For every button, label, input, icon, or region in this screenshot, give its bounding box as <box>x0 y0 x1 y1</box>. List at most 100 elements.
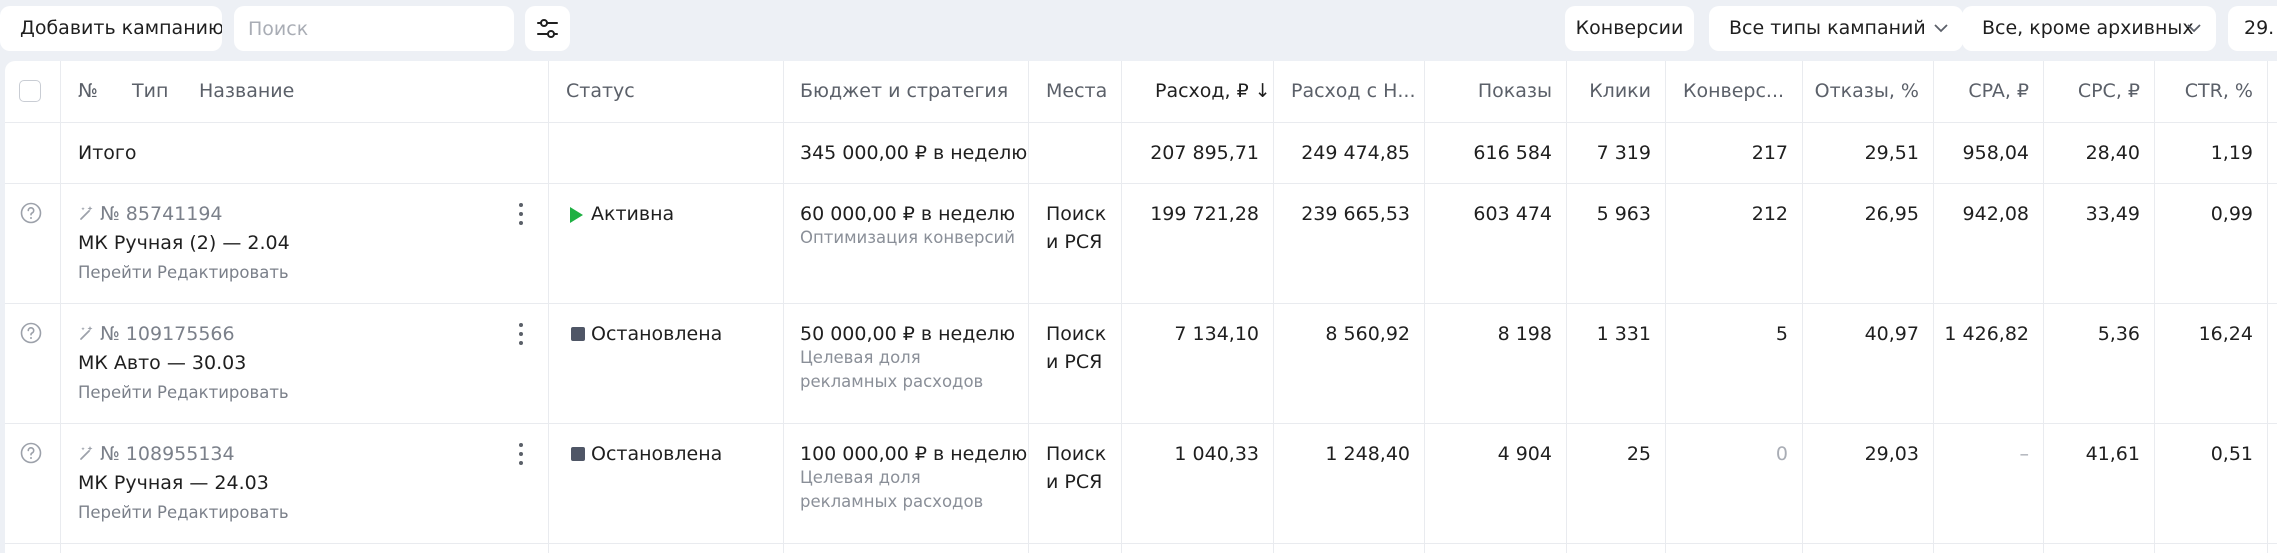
campaign-bounces: 29,03 <box>1864 443 1919 465</box>
campaign-ctr: 16,24 <box>2198 323 2253 345</box>
go-to-campaign-link[interactable]: Перейти <box>78 501 152 525</box>
header-impressions[interactable]: Показы <box>1424 79 1552 103</box>
campaign-strategy: Целевая доля рекламных расходов <box>800 468 984 511</box>
campaign-budget[interactable]: 100 000,00 ₽ в неделю <box>800 442 1027 466</box>
header-places[interactable]: Места <box>1046 79 1107 103</box>
toolbar: Добавить кампанию Конверсии Все типы кам… <box>0 0 2277 59</box>
campaign-strategy: Оптимизация конверсий <box>800 228 1016 247</box>
campaign-cpa: 1 426,82 <box>1944 323 2029 345</box>
campaign-id: № 109175566 <box>78 322 235 346</box>
campaign-spend-vat: 239 665,53 <box>1301 203 1410 225</box>
campaign-ctr: 0,51 <box>2210 443 2253 465</box>
edit-campaign-link[interactable]: Редактировать <box>157 261 289 285</box>
total-clicks: 7 319 <box>1596 142 1651 164</box>
campaign-conversions: 0 <box>1775 443 1788 465</box>
go-to-campaign-link[interactable]: Перейти <box>78 381 152 405</box>
campaign-conversions: 5 <box>1775 323 1788 345</box>
header-cpc[interactable]: CPC, ₽ <box>2043 79 2140 103</box>
select-all-checkbox[interactable] <box>19 80 41 102</box>
more-vertical-icon[interactable] <box>511 200 531 228</box>
campaign-strategy: Целевая доля рекламных расходов <box>800 348 984 391</box>
active-status-icon <box>570 207 583 223</box>
filter-settings-button[interactable] <box>525 6 570 51</box>
chevron-down-icon <box>2187 24 2201 33</box>
total-budget: 345 000,00 ₽ в неделю <box>800 142 1028 164</box>
header-number[interactable]: № <box>78 79 98 103</box>
add-campaign-button[interactable]: Добавить кампанию <box>0 6 222 51</box>
archive-filter-select[interactable]: Все, кроме архивных <box>1962 6 2216 51</box>
campaign-spend: 199 721,28 <box>1150 203 1259 225</box>
campaign-name[interactable]: МК Авто — 30.03 <box>78 351 246 375</box>
campaign-places: Поиск <box>1046 323 1107 345</box>
campaign-impressions: 8 198 <box>1497 323 1552 345</box>
wand-icon <box>80 326 93 340</box>
campaigns-table: № Тип Название Статус Бюджет и стратегия… <box>5 61 2277 553</box>
total-conversions: 217 <box>1751 142 1788 164</box>
campaign-bounces: 40,97 <box>1864 323 1919 345</box>
total-spend-vat: 249 474,85 <box>1301 142 1410 164</box>
help-icon[interactable] <box>19 441 43 465</box>
campaign-bounces: 26,95 <box>1864 203 1919 225</box>
header-bounces[interactable]: Отказы, % <box>1802 79 1919 103</box>
campaign-cpc: 33,49 <box>2085 203 2140 225</box>
campaign-places-2: и РСЯ <box>1046 351 1103 373</box>
wand-icon <box>80 206 93 220</box>
campaign-status: Остановлена <box>591 443 723 465</box>
chevron-down-icon <box>1934 24 1948 33</box>
stopped-status-icon <box>571 327 585 341</box>
campaign-cpc: 41,61 <box>2085 443 2140 465</box>
campaign-spend: 1 040,33 <box>1174 443 1259 465</box>
edit-campaign-link[interactable]: Редактировать <box>157 501 289 525</box>
campaign-spend-vat: 1 248,40 <box>1325 443 1410 465</box>
campaign-impressions: 4 904 <box>1497 443 1552 465</box>
campaign-id: № 108955134 <box>78 442 235 466</box>
header-conversions[interactable]: Конверс... <box>1683 79 1784 103</box>
header-status[interactable]: Статус <box>566 79 635 103</box>
campaign-status: Остановлена <box>591 323 723 345</box>
header-budget[interactable]: Бюджет и стратегия <box>800 79 1008 103</box>
help-icon[interactable] <box>19 201 43 225</box>
header-ctr[interactable]: CTR, % <box>2154 79 2253 103</box>
header-spend-vat[interactable]: Расход с Н... <box>1291 79 1415 103</box>
campaign-cpc: 5,36 <box>2097 323 2140 345</box>
campaign-places-2: и РСЯ <box>1046 471 1103 493</box>
total-cpc: 28,40 <box>2085 142 2140 164</box>
campaign-budget[interactable]: 50 000,00 ₽ в неделю <box>800 322 1015 346</box>
more-vertical-icon[interactable] <box>511 320 531 348</box>
search-input[interactable] <box>234 6 514 51</box>
archive-filter-label: Все, кроме архивных <box>1982 17 2194 39</box>
campaign-cpa: – <box>2019 443 2030 465</box>
date-range-button[interactable]: 29. <box>2228 6 2277 51</box>
campaign-places: Поиск <box>1046 443 1107 465</box>
campaign-clicks: 25 <box>1626 443 1651 465</box>
header-clicks[interactable]: Клики <box>1566 79 1651 103</box>
conversions-button[interactable]: Конверсии <box>1565 6 1694 51</box>
campaign-ctr: 0,99 <box>2210 203 2253 225</box>
campaign-cpa: 942,08 <box>1962 203 2029 225</box>
campaign-places-2: и РСЯ <box>1046 231 1103 253</box>
total-label: Итого <box>78 142 137 164</box>
total-bounces: 29,51 <box>1864 142 1919 164</box>
campaign-name[interactable]: МК Ручная (2) — 2.04 <box>78 231 290 255</box>
campaign-id: № 85741194 <box>78 202 223 226</box>
total-ctr: 1,19 <box>2210 142 2253 164</box>
header-cpa[interactable]: CPA, ₽ <box>1933 79 2029 103</box>
header-type[interactable]: Тип <box>132 79 168 103</box>
header-spend[interactable]: Расход, ₽ ↓ <box>1155 79 1271 103</box>
campaign-places: Поиск <box>1046 203 1107 225</box>
campaign-name[interactable]: МК Ручная — 24.03 <box>78 471 269 495</box>
header-name[interactable]: Название <box>199 79 294 103</box>
sliders-icon <box>537 19 558 38</box>
campaign-status: Активна <box>591 203 675 225</box>
campaign-types-select[interactable]: Все типы кампаний <box>1709 6 1963 51</box>
total-spend: 207 895,71 <box>1150 142 1259 164</box>
wand-icon <box>80 446 93 460</box>
campaign-impressions: 603 474 <box>1473 203 1552 225</box>
help-icon[interactable] <box>19 321 43 345</box>
campaign-clicks: 5 963 <box>1596 203 1651 225</box>
campaign-budget[interactable]: 60 000,00 ₽ в неделю <box>800 202 1015 226</box>
stopped-status-icon <box>571 447 585 461</box>
edit-campaign-link[interactable]: Редактировать <box>157 381 289 405</box>
go-to-campaign-link[interactable]: Перейти <box>78 261 152 285</box>
more-vertical-icon[interactable] <box>511 440 531 468</box>
